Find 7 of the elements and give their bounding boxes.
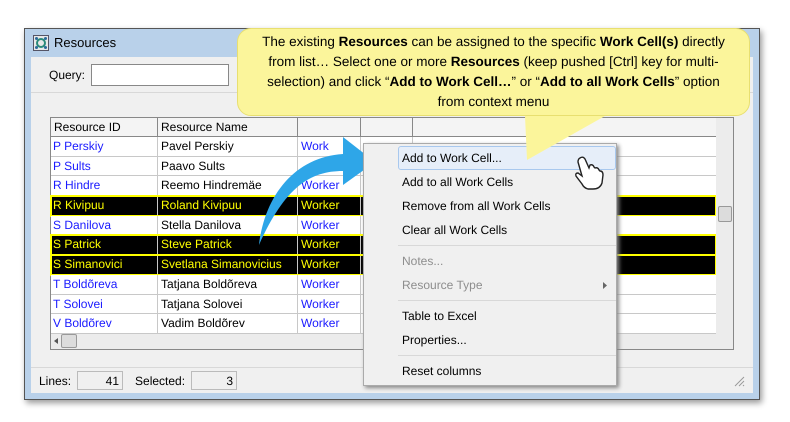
lines-label: Lines: [39, 372, 72, 390]
window-title: Resources [54, 34, 116, 52]
lines-count: 41 [77, 371, 124, 390]
query-label: Query: [49, 66, 86, 84]
selected-count: 3 [191, 371, 238, 390]
selected-label: Selected: [135, 372, 186, 390]
callout-text: The existing Resources can be assigned to the specific Work Cell(s) directly from list… Select one or more Resources (keep pushed [Ctrl] key for multi-selection) and click “Add to Work Cell…” or “Add to all Work Cells” option from context menu [261, 33, 726, 111]
